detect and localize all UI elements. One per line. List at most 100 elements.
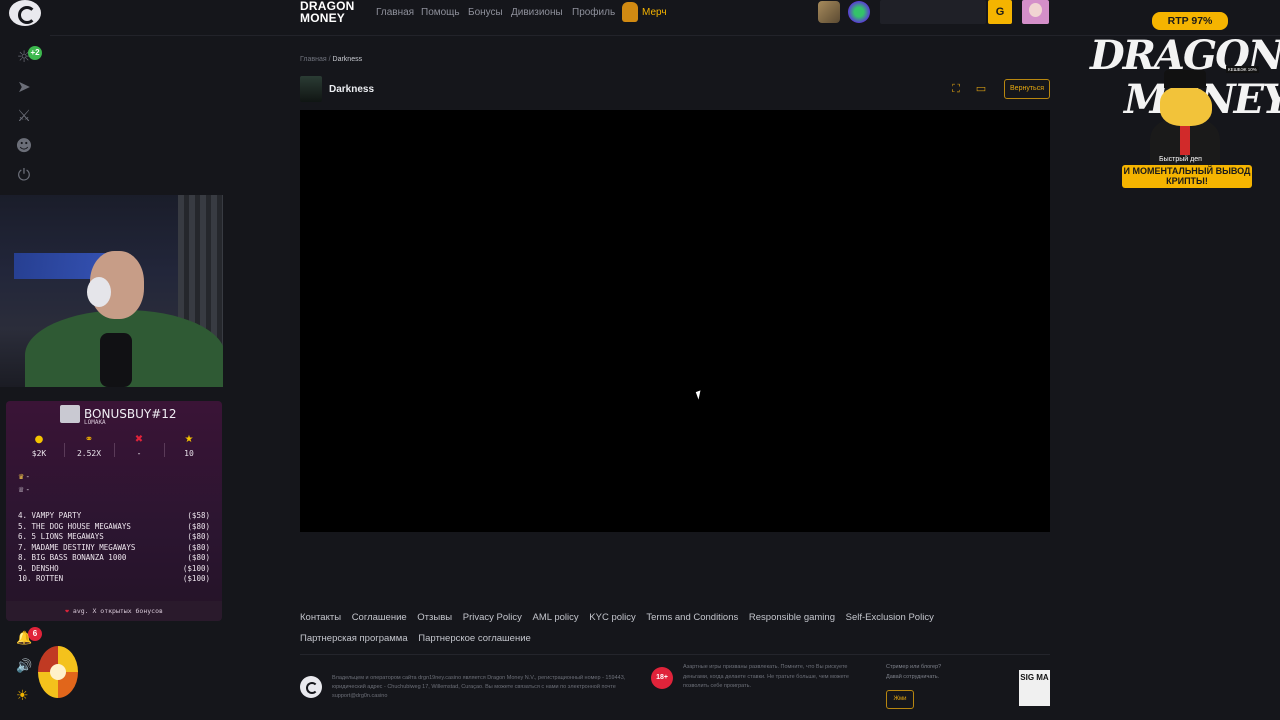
- footer-link-self-exclusion[interactable]: Self-Exclusion Policy: [846, 612, 934, 623]
- wheel-bonus-icon[interactable]: [848, 1, 870, 23]
- sound-icon[interactable]: 🔊: [16, 659, 32, 674]
- list-item-name: 7. MADAME DESTINY MEGAWAYS: [18, 542, 136, 552]
- game-thumbnail: [300, 76, 322, 102]
- list-item-price: ($100): [182, 574, 210, 583]
- footer-link-contacts[interactable]: Контакты: [300, 612, 341, 623]
- heart-icon: ❤: [65, 607, 69, 615]
- fortune-wheel-icon[interactable]: [38, 646, 78, 698]
- footer-link-terms[interactable]: Terms and Conditions: [646, 612, 738, 623]
- rtp-badge: RTP 97%: [1152, 12, 1228, 30]
- breadcrumb-current: Darkness: [332, 56, 363, 63]
- list-item: 10. ROTTEN ($100): [18, 574, 210, 585]
- back-button[interactable]: Вернуться: [1004, 79, 1050, 99]
- nav-bonuses[interactable]: Бонусы: [468, 7, 503, 18]
- bonus-hunt-panel: BONUSBUY#12 LOMAKA ● $2K ⚭ 2.52X ✖ - ★ 1…: [6, 401, 222, 621]
- merch-hoodie-icon[interactable]: [622, 2, 638, 22]
- balance-field[interactable]: [880, 0, 986, 24]
- stat-balance: ● $2K: [19, 434, 59, 458]
- streamer-subtext: Давай сотрудничать.: [886, 673, 940, 680]
- microphone-icon: [100, 333, 132, 387]
- footer-link-agreement[interactable]: Соглашение: [352, 612, 407, 623]
- dragon-logo-icon[interactable]: [9, 0, 41, 26]
- promo-tag-withdraw: И МОМЕНТАЛЬНЫЙ ВЫВОД КРИПТЫ!: [1122, 165, 1252, 188]
- game-frame[interactable]: [300, 110, 1050, 532]
- brand-line-2: MONEY: [300, 11, 346, 25]
- footer-link-reviews[interactable]: Отзывы: [417, 612, 452, 623]
- stat-balance-value: $2K: [31, 449, 47, 458]
- mascot-tie: [1180, 125, 1190, 155]
- list-item-name: 8. BIG BASS BONANZA 1000: [18, 553, 127, 562]
- tournament-icon[interactable]: ⚔: [15, 107, 33, 125]
- bonus-panel-subtitle: LOMAKA: [84, 419, 106, 426]
- stat-count: ★ 10: [169, 434, 209, 458]
- theater-mode-icon[interactable]: ▭: [975, 83, 987, 95]
- nav-merch[interactable]: Мерч: [642, 7, 667, 18]
- promo-banner[interactable]: RTP 97% DRAGON MONEY КЕШБЭК 10% Быстрый …: [1090, 10, 1280, 190]
- star-icon: ★: [184, 434, 194, 445]
- list-item-price: ($80): [187, 532, 210, 541]
- list-item-price: ($80): [187, 553, 210, 562]
- list-item-name: 4. VAMPY PARTY: [18, 511, 82, 520]
- stat-multiplier: ⚭ 2.52X: [69, 434, 109, 458]
- stat-count-value: 10: [184, 449, 194, 458]
- user-icon[interactable]: ☻: [15, 137, 33, 155]
- list-item: 6. 5 LIONS MEGAWAYS ($80): [18, 532, 210, 543]
- footer-link-partner-agreement[interactable]: Партнерское соглашение: [418, 633, 531, 644]
- stat-multiplier-value: 2.52X: [76, 449, 102, 458]
- list-item-name: 6. 5 LIONS MEGAWAYS: [18, 532, 104, 541]
- mascot-face: [1160, 86, 1212, 126]
- breadcrumb-separator: /: [328, 56, 331, 63]
- notification-badge: 6: [28, 627, 42, 641]
- brand-logo[interactable]: DRAGON MONEY: [300, 0, 355, 24]
- fullscreen-icon[interactable]: ⛶: [950, 83, 962, 95]
- list-item: 8. BIG BASS BONANZA 1000 ($80): [18, 553, 210, 564]
- rocket-icon[interactable]: ➤: [15, 78, 33, 96]
- bonus-footer-text: avg. X открытых бонусов: [72, 607, 163, 615]
- stat-divider: [64, 443, 65, 457]
- support-icon[interactable]: ☀: [16, 688, 29, 704]
- stat-divider: [114, 443, 115, 457]
- list-item-price: ($100): [182, 563, 210, 573]
- chest-icon[interactable]: [818, 1, 840, 23]
- legal-text: Владельцем и оператором сайта drgn19ney.…: [332, 675, 626, 699]
- breadcrumb-home[interactable]: Главная: [300, 56, 327, 63]
- nav-divisions[interactable]: Дивизионы: [511, 7, 563, 18]
- nav-home[interactable]: Главная: [376, 7, 414, 18]
- bonus-list: 4. VAMPY PARTY ($58) 5. THE DOG HOUSE MEG…: [18, 511, 210, 585]
- mouse-cursor-icon: [695, 390, 704, 400]
- wallet-button[interactable]: G: [988, 0, 1012, 24]
- bonus-panel-footer: ❤ avg. X открытых бонусов: [6, 601, 222, 621]
- list-item-name: 5. THE DOG HOUSE MEGAWAYS: [18, 521, 131, 531]
- nav-help[interactable]: Помощь: [421, 7, 460, 18]
- list-item-price: ($58): [187, 511, 210, 520]
- list-item-price: ($80): [187, 521, 210, 531]
- footer-link-responsible[interactable]: Responsible gaming: [749, 612, 835, 623]
- crown-icon: ♛: [18, 473, 25, 481]
- stat-divider: [164, 443, 165, 457]
- sigma-award-logo: SIG MA: [1019, 670, 1050, 706]
- footer-link-aml[interactable]: AML policy: [533, 612, 579, 623]
- footer-divider: [300, 654, 1050, 655]
- footer-link-privacy[interactable]: Privacy Policy: [463, 612, 522, 623]
- nav-profile[interactable]: Профиль: [572, 7, 615, 18]
- contact-button[interactable]: Жми: [886, 690, 914, 709]
- breadcrumb: Главная / Darkness: [300, 56, 362, 63]
- footer-link-kyc[interactable]: KYC policy: [589, 612, 635, 623]
- gift-box-icon: [60, 405, 80, 423]
- footer-logo-icon: [300, 676, 322, 698]
- list-item: 4. VAMPY PARTY ($58): [18, 511, 210, 522]
- promo-tag-deposit: Быстрый деп: [1153, 155, 1208, 164]
- list-item: 9. DENSHO ($100): [18, 564, 210, 575]
- coin-icon: ●: [34, 434, 44, 445]
- footer-links: Контакты Соглашение Отзывы Privacy Polic…: [300, 612, 1060, 654]
- dragon-mascot-icon: [1150, 70, 1220, 165]
- avatar[interactable]: [1022, 0, 1049, 24]
- power-icon[interactable]: ⏻: [15, 166, 33, 184]
- cross-icon: ✖: [134, 434, 144, 445]
- list-item: 5. THE DOG HOUSE MEGAWAYS ($80): [18, 522, 210, 533]
- webcam-overlay: [0, 195, 223, 387]
- page-title: Darkness: [329, 84, 375, 95]
- list-item-name: 10. ROTTEN: [18, 574, 64, 583]
- footer-link-partner-program[interactable]: Партнерская программа: [300, 633, 408, 644]
- stat-losses-value: -: [136, 449, 142, 458]
